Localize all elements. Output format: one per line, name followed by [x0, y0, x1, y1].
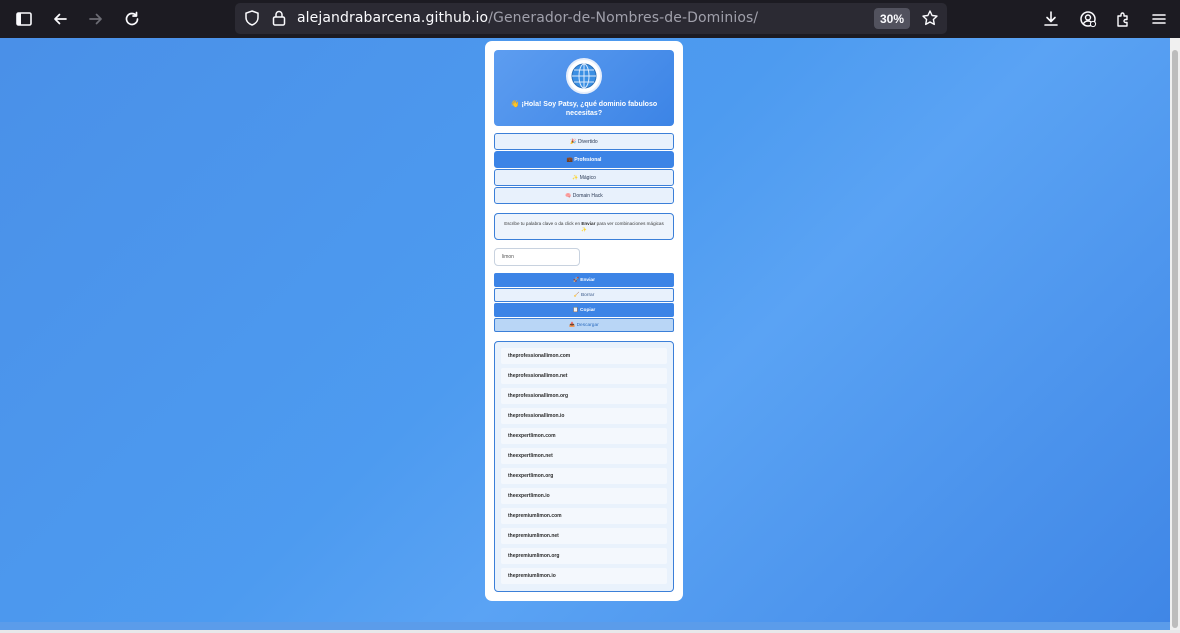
hint-text-start: Escribe tu palabra clave o da click en — [504, 221, 582, 226]
scrollbar-thumb[interactable] — [1172, 50, 1178, 628]
clear-button[interactable]: 🧹 Borrar — [494, 288, 674, 302]
instructions-box: Escribe tu palabra clave o da click en E… — [494, 213, 674, 240]
page-footer-strip — [0, 622, 1170, 630]
assistant-header: 👋 ¡Hola! Soy Patsy, ¿qué dominio fabulos… — [494, 50, 674, 126]
category-profesional-button[interactable]: 💼 Profesional — [494, 151, 674, 168]
download-button[interactable]: 📥 Descargar — [494, 318, 674, 332]
greeting-text: 👋 ¡Hola! Soy Patsy, ¿qué dominio fabulos… — [510, 101, 658, 117]
results-list: theprofessionallimon.com theprofessional… — [494, 341, 674, 592]
domain-result[interactable]: theexpertlimon.io — [501, 488, 667, 504]
address-bar[interactable]: alejandrabarcena.github.io/Generador-de-… — [235, 3, 947, 34]
globe-avatar-icon — [566, 58, 602, 94]
generator-card: 👋 ¡Hola! Soy Patsy, ¿qué dominio fabulos… — [485, 41, 683, 601]
category-divertido-button[interactable]: 🎉 Divertido — [494, 133, 674, 150]
forward-icon[interactable] — [84, 7, 108, 31]
extensions-icon[interactable] — [1111, 7, 1135, 31]
keyword-input[interactable]: limon — [494, 248, 580, 266]
back-icon[interactable] — [48, 7, 72, 31]
domain-result[interactable]: thepremiumlimon.net — [501, 528, 667, 544]
tracking-shield-icon[interactable] — [243, 9, 261, 32]
url-host: alejandrabarcena.github.io — [297, 10, 489, 26]
domain-result[interactable]: theprofessionallimon.com — [501, 348, 667, 364]
domain-result[interactable]: thepremiumlimon.com — [501, 508, 667, 524]
domain-result[interactable]: theprofessionallimon.org — [501, 388, 667, 404]
domain-result[interactable]: theexpertlimon.net — [501, 448, 667, 464]
reload-icon[interactable] — [120, 7, 144, 31]
url-text[interactable]: alejandrabarcena.github.io/Generador-de-… — [297, 10, 758, 26]
lock-icon[interactable] — [271, 9, 287, 32]
domain-result[interactable]: theprofessionallimon.io — [501, 408, 667, 424]
domain-result[interactable]: thepremiumlimon.io — [501, 568, 667, 584]
account-icon[interactable] — [1076, 7, 1100, 31]
category-magico-button[interactable]: ✨ Mágico — [494, 169, 674, 186]
domain-result[interactable]: theprofessionallimon.net — [501, 368, 667, 384]
domain-result[interactable]: thepremiumlimon.org — [501, 548, 667, 564]
menu-icon[interactable] — [1147, 7, 1171, 31]
bookmark-star-icon[interactable] — [921, 9, 939, 32]
sidebar-toggle-icon[interactable] — [12, 7, 36, 31]
domain-result[interactable]: theexpertlimon.org — [501, 468, 667, 484]
copy-button[interactable]: 📋 Copiar — [494, 303, 674, 317]
browser-toolbar: alejandrabarcena.github.io/Generador-de-… — [0, 0, 1180, 38]
zoom-level-button[interactable]: 30% — [874, 8, 910, 29]
send-button[interactable]: 🚀 Enviar — [494, 273, 674, 287]
category-domain-hack-button[interactable]: 🧠 Domain Hack — [494, 187, 674, 204]
url-path: /Generador-de-Nombres-de-Dominios/ — [488, 10, 759, 26]
scrollbar[interactable] — [1170, 38, 1180, 630]
domain-result[interactable]: theexpertlimon.com — [501, 428, 667, 444]
hint-text-bold: Enviar — [581, 221, 596, 226]
downloads-icon[interactable] — [1039, 7, 1063, 31]
